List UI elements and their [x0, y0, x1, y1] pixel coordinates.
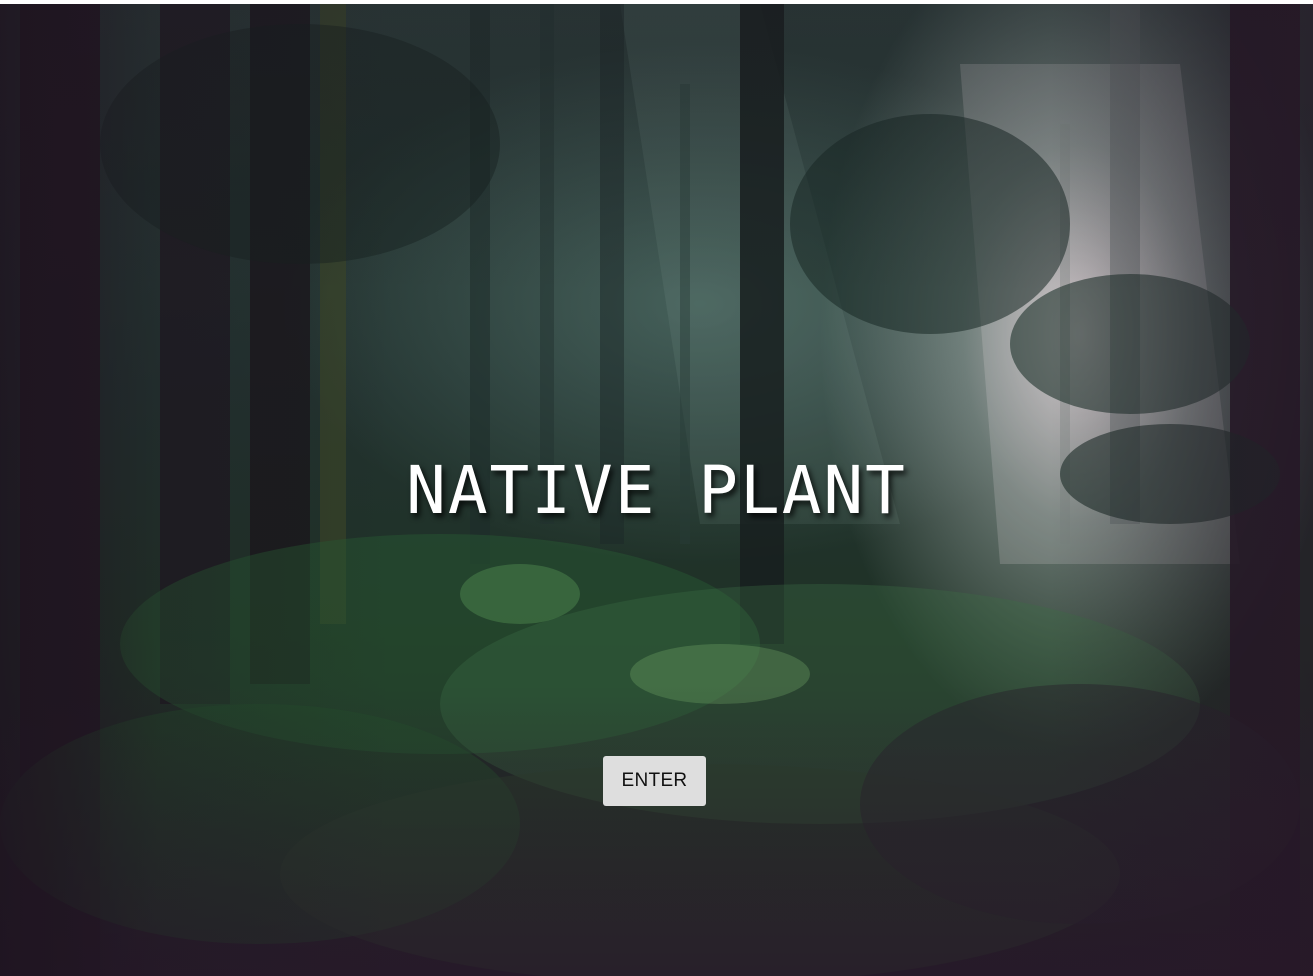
page-title: NATIVE PLANT: [406, 452, 907, 529]
enter-button[interactable]: ENTER: [603, 756, 706, 806]
